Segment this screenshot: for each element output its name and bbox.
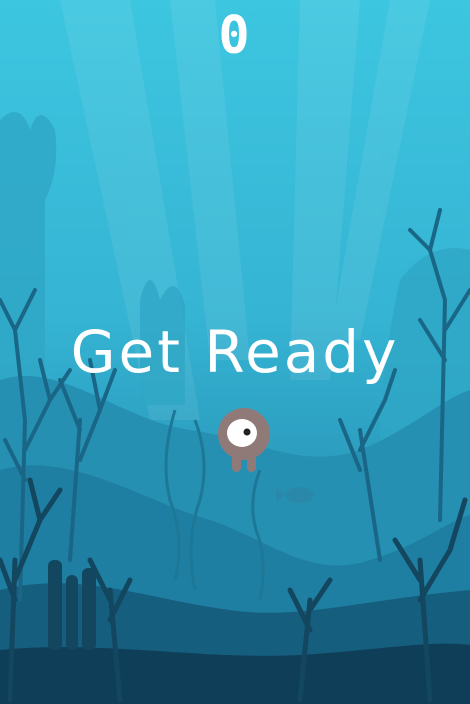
score-counter: 0 <box>218 6 252 66</box>
octopus-icon[interactable] <box>216 406 272 474</box>
game-scene[interactable]: 0 Get Ready <box>0 0 470 704</box>
get-ready-banner: Get Ready <box>70 318 400 386</box>
